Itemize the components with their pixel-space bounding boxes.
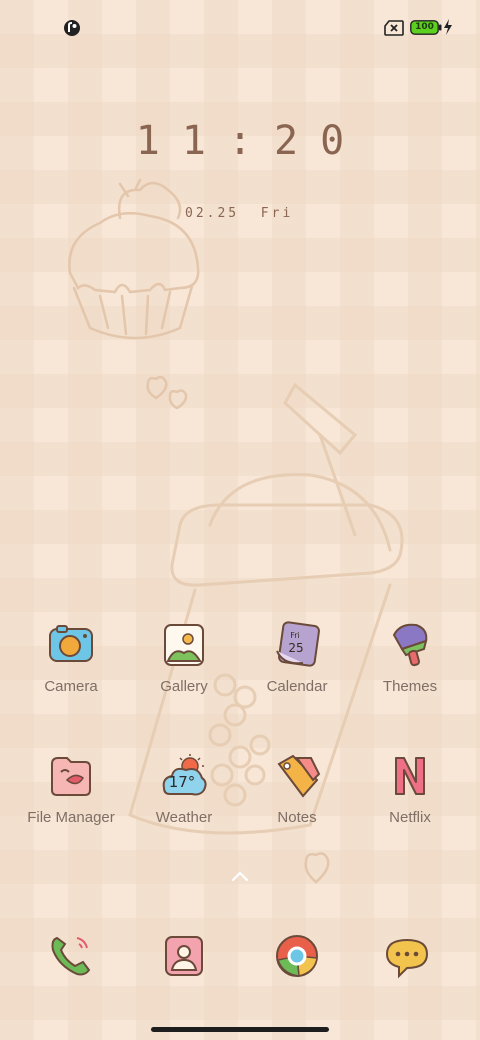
netflix-icon (395, 757, 425, 795)
app-drawer-chevron-icon[interactable] (230, 870, 250, 882)
app-label: Themes (382, 678, 438, 695)
notification-app-icon (64, 20, 80, 36)
home-screen: 100 11:20 02.25 Fri Camera Gallery Fri 2… (0, 0, 480, 1040)
battery-level: 100 (415, 22, 434, 32)
browser-icon[interactable] (273, 932, 321, 980)
app-label: File Manager (27, 809, 115, 826)
notes-icon (277, 754, 321, 798)
app-gallery[interactable]: Gallery (127, 621, 241, 731)
themes-icon (392, 623, 428, 667)
weather-temp-text: 17° (169, 773, 196, 791)
app-camera[interactable]: Camera (14, 621, 128, 731)
status-bar: 100 (0, 0, 480, 56)
app-label: Camera (44, 678, 98, 695)
cupcake-wallpaper-icon (68, 178, 200, 340)
file-manager-icon (51, 757, 91, 796)
app-netflix[interactable]: Netflix (353, 752, 467, 862)
app-themes[interactable]: Themes (353, 621, 467, 731)
app-calendar[interactable]: Fri 25 Calendar (240, 621, 354, 731)
clock-time: 11:20 (135, 118, 367, 164)
battery-indicator: 100 (410, 20, 442, 35)
app-notes[interactable]: Notes (240, 752, 354, 862)
app-file-manager[interactable]: File Manager (14, 752, 128, 862)
contacts-icon[interactable] (160, 932, 208, 980)
app-label: Notes (277, 809, 317, 826)
phone-icon[interactable] (47, 932, 95, 980)
calendar-icon: Fri 25 (276, 621, 320, 667)
no-sim-icon (384, 20, 404, 36)
camera-icon (49, 625, 93, 662)
app-label: Netflix (389, 809, 431, 826)
charging-bolt-icon (444, 19, 452, 35)
messages-icon[interactable] (383, 932, 431, 980)
clock-date: 02.25 Fri (185, 206, 293, 221)
calendar-day-text: Fri (290, 631, 300, 640)
home-indicator-bar[interactable] (151, 1027, 329, 1032)
gallery-icon (164, 624, 204, 666)
app-weather[interactable]: 17° Weather (127, 752, 241, 862)
calendar-date-text: 25 (288, 641, 303, 655)
date-text: 02.25 (185, 206, 240, 221)
weekday-text: Fri (260, 206, 294, 221)
app-label: Gallery (160, 678, 208, 695)
app-label: Weather (155, 809, 213, 826)
weather-icon: 17° (162, 754, 207, 796)
app-label: Calendar (266, 678, 328, 695)
